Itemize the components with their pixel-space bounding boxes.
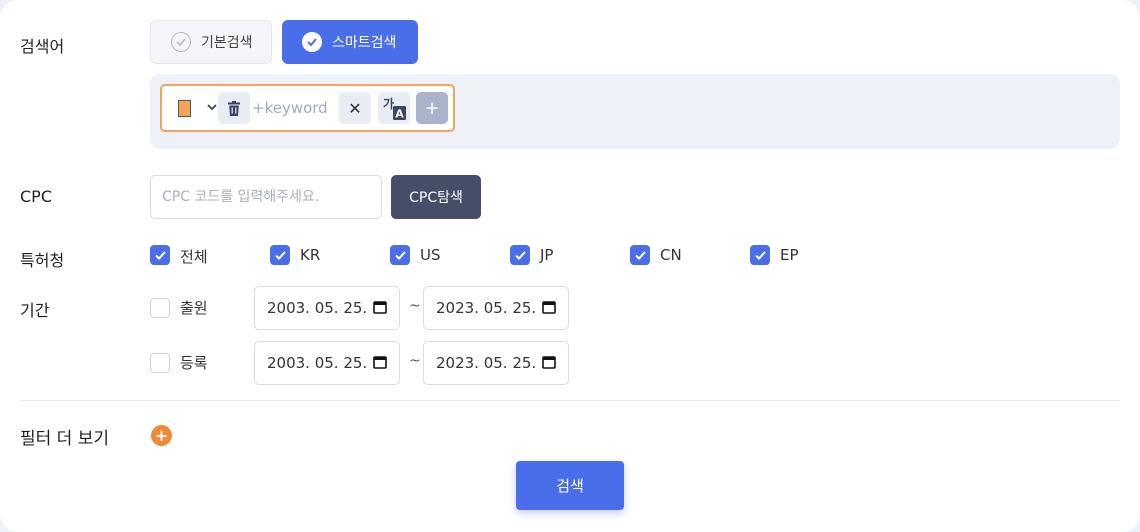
- check-circle-icon: [302, 32, 322, 52]
- translate-button[interactable]: 가 A: [378, 92, 410, 124]
- check-icon: [514, 250, 526, 260]
- keyword-color-swatch[interactable]: [178, 100, 191, 117]
- more-filters-label: 필터 더 보기: [20, 429, 110, 449]
- registration-date-label: 등록: [180, 354, 208, 372]
- plus-icon: +: [154, 425, 169, 445]
- more-filters-button[interactable]: +: [151, 425, 172, 446]
- check-icon: [754, 250, 766, 260]
- clear-keyword-button[interactable]: ✕: [339, 92, 371, 124]
- keyword-group: ✕ 가 A +: [160, 84, 455, 132]
- registration-date-checkbox[interactable]: [150, 353, 170, 373]
- close-icon: ✕: [348, 98, 362, 118]
- basic-search-button[interactable]: 기본검색: [150, 20, 272, 64]
- period-label: 기간: [20, 301, 50, 320]
- date-range-separator: ~: [409, 353, 421, 369]
- calendar-icon[interactable]: [373, 355, 387, 369]
- smart-search-button[interactable]: 스마트검색: [282, 20, 418, 64]
- office-label-ep: EP: [780, 246, 799, 264]
- search-button[interactable]: 검색: [516, 461, 624, 510]
- filing-date-from[interactable]: 2003. 05. 25.: [254, 286, 400, 330]
- translate-icon: 가 A: [383, 96, 406, 121]
- registration-date-from-value: 2003. 05. 25.: [267, 354, 368, 372]
- translate-bottom-glyph: A: [395, 108, 404, 121]
- cpc-input[interactable]: [150, 175, 382, 219]
- office-label-kr: KR: [300, 246, 321, 264]
- section-divider: [20, 400, 1120, 401]
- filing-date-from-value: 2003. 05. 25.: [267, 299, 368, 317]
- search-panel: 검색어 기본검색 스마트검색 +keyword ✕ 가 A + CPC CPC …: [0, 0, 1140, 532]
- office-checkbox-ep[interactable]: [750, 245, 770, 265]
- filing-date-checkbox[interactable]: [150, 298, 170, 318]
- smart-search-label: 스마트검색: [332, 35, 397, 51]
- office-label-us: US: [420, 246, 441, 264]
- trash-icon: [228, 100, 240, 116]
- office-label-jp: JP: [540, 246, 554, 264]
- office-checkbox-all[interactable]: [150, 245, 170, 265]
- check-icon: [154, 250, 166, 260]
- plus-icon: +: [424, 97, 440, 119]
- office-checkbox-us[interactable]: [390, 245, 410, 265]
- office-label-cn: CN: [660, 246, 682, 264]
- office-checkbox-jp[interactable]: [510, 245, 530, 265]
- registration-date-to-value: 2023. 05. 25.: [436, 354, 537, 372]
- add-keyword-button[interactable]: +: [416, 92, 448, 124]
- date-range-separator: ~: [409, 298, 421, 314]
- filing-date-label: 출원: [180, 299, 208, 317]
- registration-date-to[interactable]: 2023. 05. 25.: [423, 341, 569, 385]
- office-label: 특허청: [20, 251, 65, 270]
- keyword-input[interactable]: [252, 94, 336, 122]
- calendar-icon[interactable]: [542, 300, 556, 314]
- cpc-label: CPC: [20, 187, 52, 206]
- translate-top-glyph: 가: [383, 96, 394, 111]
- registration-date-from[interactable]: 2003. 05. 25.: [254, 341, 400, 385]
- filing-date-to-value: 2023. 05. 25.: [436, 299, 537, 317]
- office-checkbox-cn[interactable]: [630, 245, 650, 265]
- office-checkbox-kr[interactable]: [270, 245, 290, 265]
- keyword-label: 검색어: [20, 37, 65, 56]
- calendar-icon[interactable]: [373, 300, 387, 314]
- calendar-icon[interactable]: [542, 355, 556, 369]
- delete-keyword-button[interactable]: [218, 92, 250, 124]
- keyword-area: ✕ 가 A +: [150, 74, 1120, 149]
- check-icon: [394, 250, 406, 260]
- check-circle-icon: [171, 32, 191, 52]
- check-icon: [274, 250, 286, 260]
- cpc-search-button[interactable]: CPC탐색: [391, 175, 481, 219]
- basic-search-label: 기본검색: [201, 35, 253, 51]
- chevron-down-icon[interactable]: [206, 100, 218, 114]
- check-icon: [634, 250, 646, 260]
- filing-date-to[interactable]: 2023. 05. 25.: [423, 286, 569, 330]
- office-label-all: 전체: [180, 248, 208, 266]
